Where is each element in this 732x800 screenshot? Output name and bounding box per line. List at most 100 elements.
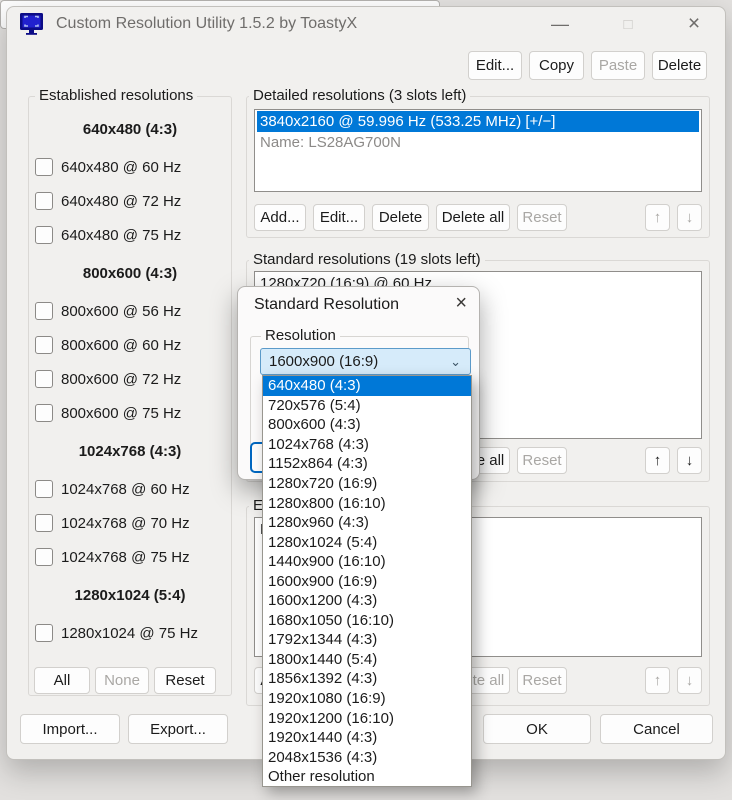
detailed-edit-button[interactable]: Edit...	[313, 204, 365, 231]
extension-reset-button: Reset	[517, 667, 567, 694]
list-item: 800x600 @ 56 Hz	[30, 294, 230, 328]
resolution-checkbox[interactable]	[35, 548, 53, 566]
up-arrow-icon: ↑	[654, 452, 662, 469]
resolution-label: 1024x768 @ 60 Hz	[61, 481, 190, 498]
list-item: 1280x1024 @ 75 Hz	[30, 616, 230, 650]
copy-button[interactable]: Copy	[529, 51, 584, 80]
dropdown-option-label: 1600x1200 (4:3)	[268, 592, 377, 609]
delete-monitor-button[interactable]: Delete	[652, 51, 707, 80]
resolution-label: 800x600 @ 56 Hz	[61, 303, 181, 320]
dropdown-option-label: 640x480 (4:3)	[268, 377, 361, 394]
dropdown-option[interactable]: 1800x1440 (5:4)	[263, 650, 471, 670]
resolution-dropdown-list[interactable]: 640x480 (4:3) 720x576 (5:4) 800x600 (4:3…	[262, 375, 472, 787]
dropdown-option-label: 1680x1050 (16:10)	[268, 612, 394, 629]
dropdown-option[interactable]: 800x600 (4:3)	[263, 415, 471, 435]
dropdown-option[interactable]: 1280x800 (16:10)	[263, 493, 471, 513]
dropdown-option-label: 720x576 (5:4)	[268, 397, 361, 414]
dropdown-option-label: Other resolution	[268, 768, 375, 785]
dropdown-option[interactable]: 1792x1344 (4:3)	[263, 630, 471, 650]
dropdown-option[interactable]: 720x576 (5:4)	[263, 396, 471, 416]
resolution-checkbox[interactable]	[35, 336, 53, 354]
list-item[interactable]: 3840x2160 @ 59.996 Hz (533.25 MHz) [+/−]	[257, 111, 699, 132]
cancel-button[interactable]: Cancel	[600, 714, 713, 744]
none-button: None	[95, 667, 149, 694]
dropdown-option[interactable]: 1280x1024 (5:4)	[263, 532, 471, 552]
dialog-close-button[interactable]: ×	[455, 292, 467, 315]
detailed-listbox[interactable]: 3840x2160 @ 59.996 Hz (533.25 MHz) [+/−]…	[254, 109, 702, 192]
dropdown-option[interactable]: 1680x1050 (16:10)	[263, 611, 471, 631]
dropdown-option-label: 1600x900 (16:9)	[268, 573, 377, 590]
resolution-label: 800x600 @ 72 Hz	[61, 371, 181, 388]
import-button[interactable]: Import...	[20, 714, 120, 744]
list-item: 640x480 @ 60 Hz	[30, 150, 230, 184]
dropdown-option-label: 1440x900 (16:10)	[268, 553, 386, 570]
resolution-label: 800x600 @ 60 Hz	[61, 337, 181, 354]
ok-button[interactable]: OK	[483, 714, 591, 744]
resolution-checkbox[interactable]	[35, 480, 53, 498]
list-item: 800x600 (4:3)	[30, 252, 230, 294]
desktop: Custom Resolution Utility 1.5.2 by Toast…	[0, 0, 732, 800]
close-icon: ×	[688, 12, 700, 36]
app-icon	[19, 11, 44, 40]
export-button[interactable]: Export...	[128, 714, 228, 744]
dropdown-option[interactable]: 1600x900 (16:9)	[263, 571, 471, 591]
dropdown-option-label: 1856x1392 (4:3)	[268, 670, 377, 687]
standard-move-up-button[interactable]: ↑	[645, 447, 670, 474]
dropdown-option[interactable]: Other resolution	[263, 767, 471, 787]
dropdown-option[interactable]: 1920x1080 (16:9)	[263, 689, 471, 709]
dropdown-option[interactable]: 1440x900 (16:10)	[263, 552, 471, 572]
detailed-delete-button[interactable]: Delete	[372, 204, 429, 231]
dropdown-option[interactable]: 1024x768 (4:3)	[263, 435, 471, 455]
dropdown-option[interactable]: 1920x1200 (16:10)	[263, 708, 471, 728]
resolution-checkbox[interactable]	[35, 158, 53, 176]
resolution-label: 800x600 (4:3)	[83, 265, 177, 282]
paste-button: Paste	[591, 51, 645, 80]
minimize-button[interactable]: —	[544, 9, 576, 39]
dropdown-option-label: 1800x1440 (5:4)	[268, 651, 377, 668]
detailed-delete-all-button[interactable]: Delete all	[436, 204, 510, 231]
dropdown-option[interactable]: 1856x1392 (4:3)	[263, 669, 471, 689]
standard-move-down-button[interactable]: ↓	[677, 447, 702, 474]
list-item: 1024x768 (4:3)	[30, 430, 230, 472]
down-arrow-icon: ↓	[686, 672, 694, 689]
established-reset-button[interactable]: Reset	[154, 667, 216, 694]
dropdown-option-label: 1152x864 (4:3)	[268, 455, 368, 472]
detailed-move-up-button: ↑	[645, 204, 670, 231]
dropdown-option-label: 1920x1200 (16:10)	[268, 710, 394, 727]
dropdown-option[interactable]: 1152x864 (4:3)	[263, 454, 471, 474]
list-item: 800x600 @ 72 Hz	[30, 362, 230, 396]
resolution-checkbox[interactable]	[35, 226, 53, 244]
dropdown-option[interactable]: 1280x720 (16:9)	[263, 474, 471, 494]
list-item-text: 3840x2160 @ 59.996 Hz (533.25 MHz) [+/−]	[260, 113, 555, 130]
dropdown-option[interactable]: 640x480 (4:3)	[263, 376, 471, 396]
list-item: 1024x768 @ 75 Hz	[30, 540, 230, 574]
resolution-label: 1280x1024 (5:4)	[75, 587, 186, 604]
resolution-checkbox[interactable]	[35, 624, 53, 642]
window-title: Custom Resolution Utility 1.5.2 by Toast…	[56, 15, 357, 33]
dropdown-option-label: 1280x960 (4:3)	[268, 514, 369, 531]
resolution-checkbox[interactable]	[35, 192, 53, 210]
list-item: 1024x768 @ 60 Hz	[30, 472, 230, 506]
resolution-checkbox[interactable]	[35, 302, 53, 320]
list-item-text: Name: LS28AG700N	[260, 134, 401, 151]
dropdown-option[interactable]: 1280x960 (4:3)	[263, 513, 471, 533]
extension-move-down-button: ↓	[677, 667, 702, 694]
edit-monitor-button[interactable]: Edit...	[468, 51, 522, 80]
resolution-checkbox[interactable]	[35, 404, 53, 422]
dropdown-option[interactable]: 1920x1440 (4:3)	[263, 728, 471, 748]
resolution-combobox[interactable]: 1600x900 (16:9) ⌄	[260, 348, 471, 375]
resolution-checkbox[interactable]	[35, 370, 53, 388]
detailed-add-button[interactable]: Add...	[254, 204, 306, 231]
list-item[interactable]: Name: LS28AG700N	[257, 132, 699, 153]
close-button[interactable]: ×	[678, 9, 710, 39]
resolution-checkbox[interactable]	[35, 514, 53, 532]
all-button[interactable]: All	[34, 667, 90, 694]
list-item: 800x600 @ 60 Hz	[30, 328, 230, 362]
resolution-combobox-value: 1600x900 (16:9)	[261, 353, 378, 370]
minimize-icon: —	[551, 14, 569, 35]
dropdown-option-label: 800x600 (4:3)	[268, 416, 361, 433]
dialog-title: Standard Resolution	[254, 296, 399, 314]
dropdown-option-label: 1280x800 (16:10)	[268, 495, 386, 512]
dropdown-option[interactable]: 2048x1536 (4:3)	[263, 747, 471, 767]
dropdown-option[interactable]: 1600x1200 (4:3)	[263, 591, 471, 611]
